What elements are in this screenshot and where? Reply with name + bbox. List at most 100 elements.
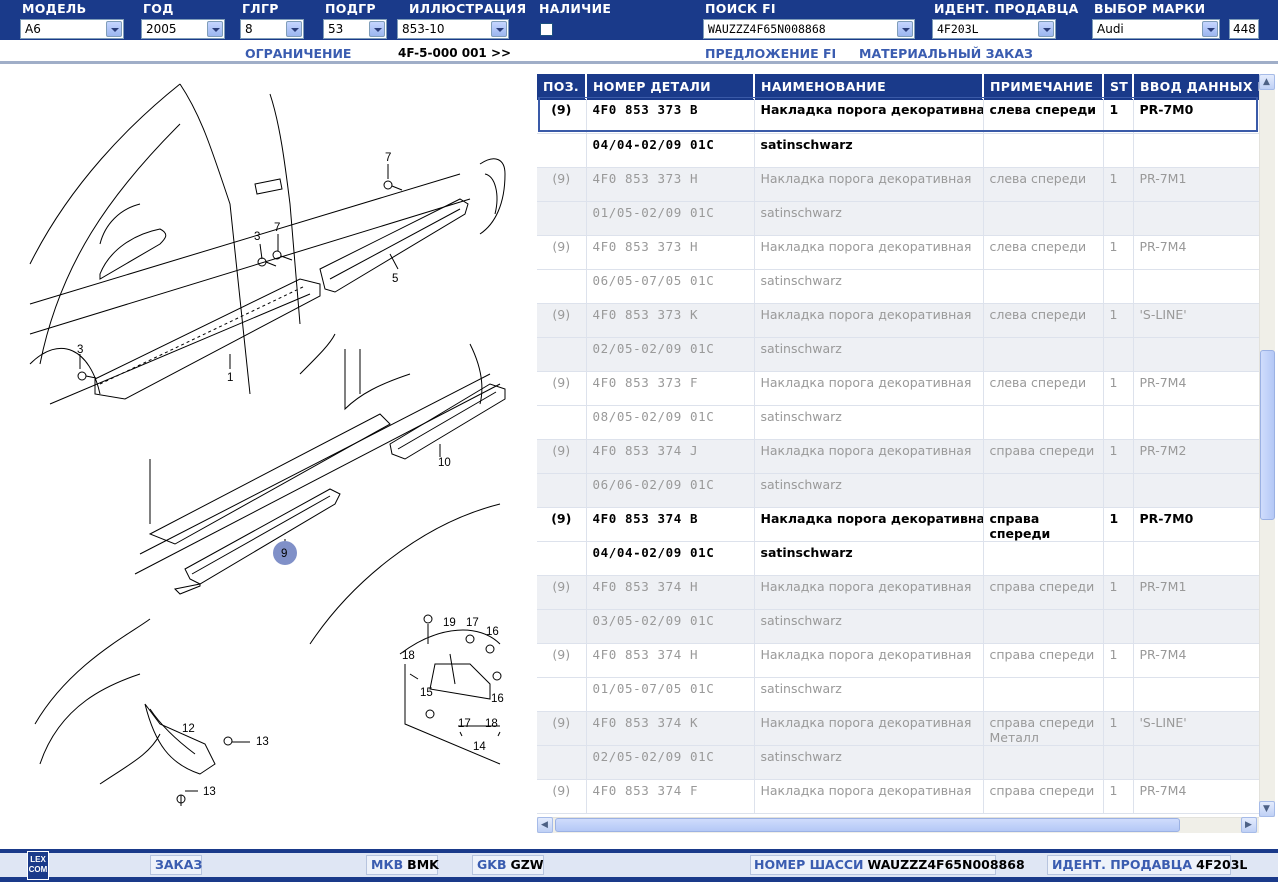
cell-name: satinschwarz <box>754 473 984 508</box>
cell-pos: (9) <box>537 439 587 474</box>
cell-st: 1 <box>1103 167 1134 202</box>
callout-5: 5 <box>392 273 398 285</box>
table-row[interactable]: 01/05-02/09 01C satinschwarz <box>537 201 1259 236</box>
cell-name: satinschwarz <box>754 269 984 304</box>
table-row[interactable]: 02/05-02/09 01C satinschwarz <box>537 337 1259 372</box>
cell-data <box>1133 677 1259 712</box>
availability-checkbox[interactable] <box>540 23 553 36</box>
availability-label: НАЛИЧИЕ <box>539 1 612 16</box>
table-row[interactable]: 06/05-07/05 01C satinschwarz <box>537 269 1259 304</box>
table-row[interactable]: (9) 4F0 853 374 H Накладка порога декорати… <box>537 643 1259 678</box>
cell-st: 1 <box>1103 371 1134 406</box>
year-dropdown[interactable]: 2005 <box>141 19 225 39</box>
chevron-down-icon[interactable] <box>1202 21 1218 37</box>
restriction-value[interactable]: 4F-5-000 001 >> <box>398 46 511 60</box>
cell-part: 04/04-02/09 01C <box>586 541 755 576</box>
gkb-info: GKB GZW <box>477 853 544 877</box>
sub-group-dropdown[interactable]: 53 <box>323 19 387 39</box>
callout-1: 1 <box>227 372 233 384</box>
column-header-st[interactable]: ST <box>1103 74 1134 99</box>
illustration-dropdown[interactable]: 853-10 <box>397 19 509 39</box>
table-row[interactable]: (9) 4F0 853 373 B Накладка порога декорати… <box>537 99 1259 134</box>
cell-name: satinschwarz <box>754 541 984 576</box>
column-header-name[interactable]: НАИМЕНОВАНИЕ <box>754 74 984 99</box>
offer-fi-link[interactable]: ПРЕДЛОЖЕНИЕ FI <box>705 46 836 61</box>
order-label: ЗАКАЗ <box>155 857 203 872</box>
chevron-down-icon[interactable] <box>897 21 913 37</box>
cell-st <box>1103 337 1134 372</box>
table-row[interactable]: (9) 4F0 853 373 F Накладка порога декорати… <box>537 371 1259 406</box>
cell-st: 1 <box>1103 235 1134 270</box>
brand-code-field[interactable]: 448 <box>1229 19 1259 39</box>
chevron-down-icon[interactable] <box>207 21 223 37</box>
chassis-label: НОМЕР ШАССИ <box>754 857 864 872</box>
search-fi-dropdown[interactable]: WAUZZZ4F65N008868 <box>703 19 915 39</box>
column-header-pos[interactable]: ПОЗ. <box>537 74 587 99</box>
callout-19: 19 <box>443 617 456 629</box>
column-header-data-entry[interactable]: ВВОД ДАННЫХ ПО <box>1133 74 1259 99</box>
parts-table-viewport[interactable]: ПОЗ. НОМЕР ДЕТАЛИ НАИМЕНОВАНИЕ ПРИМЕЧАНИ… <box>537 74 1259 817</box>
table-row[interactable]: (9) 4F0 853 373 H Накладка порога декорати… <box>537 235 1259 270</box>
scroll-up-button[interactable]: ▲ <box>1259 74 1275 90</box>
chevron-down-icon[interactable] <box>369 21 385 37</box>
cell-st <box>1103 133 1134 168</box>
main-group-dropdown[interactable]: 8 <box>240 19 304 39</box>
chevron-down-icon[interactable] <box>286 21 302 37</box>
restriction-link[interactable]: ОГРАНИЧЕНИЕ <box>245 46 351 61</box>
cell-name: satinschwarz <box>754 337 984 372</box>
cell-part: 04/04-02/09 01C <box>586 133 755 168</box>
scroll-down-button[interactable]: ▼ <box>1259 801 1275 817</box>
vertical-scroll-thumb[interactable] <box>1260 350 1275 520</box>
cell-part: 4F0 853 374 F <box>586 779 755 814</box>
callout-16b: 16 <box>491 693 504 705</box>
table-row[interactable]: (9) 4F0 853 373 K Накладка порога декорати… <box>537 303 1259 338</box>
callout-13a: 13 <box>256 736 269 748</box>
table-row[interactable]: 04/04-02/09 01C satinschwarz <box>537 541 1259 576</box>
table-row[interactable]: (9) 4F0 853 374 H Накладка порога декорати… <box>537 575 1259 610</box>
column-header-part-number[interactable]: НОМЕР ДЕТАЛИ <box>586 74 755 99</box>
chevron-down-icon[interactable] <box>106 21 122 37</box>
cell-part: 4F0 853 374 J <box>586 439 755 474</box>
horizontal-scroll-thumb[interactable] <box>555 818 1180 832</box>
table-row[interactable]: (9) 4F0 853 374 B Накладка порога декорати… <box>537 507 1259 542</box>
column-header-note[interactable]: ПРИМЕЧАНИЕ <box>983 74 1104 99</box>
table-row[interactable]: (9) 4F0 853 374 J Накладка порога декорати… <box>537 439 1259 474</box>
arrow-down-icon: ▼ <box>1263 804 1270 814</box>
brand-dropdown[interactable]: Audi <box>1092 19 1220 39</box>
cell-pos: (9) <box>537 167 587 202</box>
cell-part: 01/05-02/09 01C <box>586 201 755 236</box>
cell-pos: (9) <box>537 643 587 678</box>
cell-part: 4F0 853 373 F <box>586 371 755 406</box>
cell-pos <box>537 269 587 304</box>
chevron-down-icon[interactable] <box>491 21 507 37</box>
table-row[interactable]: 02/05-02/09 01C satinschwarz <box>537 745 1259 780</box>
cell-note: слева спереди <box>983 371 1104 406</box>
material-order-link[interactable]: МАТЕРИАЛЬНЫЙ ЗАКАЗ <box>859 46 1033 61</box>
chassis-value: WAUZZZ4F65N008868 <box>867 857 1025 872</box>
scroll-right-button[interactable]: ▶ <box>1241 817 1257 833</box>
table-row[interactable]: 03/05-02/09 01C satinschwarz <box>537 609 1259 644</box>
table-row[interactable]: 01/05-07/05 01C satinschwarz <box>537 677 1259 712</box>
table-row[interactable]: 06/06-02/09 01C satinschwarz <box>537 473 1259 508</box>
cell-name: Накладка порога декоративная <box>754 779 984 814</box>
order-link[interactable]: ЗАКАЗ <box>155 853 202 877</box>
cell-data <box>1133 609 1259 644</box>
table-row[interactable]: (9) 4F0 853 373 H Накладка порога декорати… <box>537 167 1259 202</box>
table-row[interactable]: 04/04-02/09 01C satinschwarz <box>537 133 1259 168</box>
cell-pos: (9) <box>537 711 587 746</box>
cell-note: справа спереди <box>983 575 1104 610</box>
cell-st <box>1103 201 1134 236</box>
cell-pos <box>537 609 587 644</box>
cell-pos <box>537 473 587 508</box>
cell-name: Накладка порога декоративная <box>754 235 984 270</box>
illustration-value: 853-10 <box>402 22 445 36</box>
scroll-left-button[interactable]: ◀ <box>537 817 553 833</box>
model-dropdown[interactable]: A6 <box>20 19 124 39</box>
cell-data: PR-7M4 <box>1133 371 1259 406</box>
chevron-down-icon[interactable] <box>1038 21 1054 37</box>
table-row[interactable]: (9) 4F0 853 374 F Накладка порога декорати… <box>537 779 1259 814</box>
table-row[interactable]: 08/05-02/09 01C satinschwarz <box>537 405 1259 440</box>
cell-pos <box>537 677 587 712</box>
dealer-id-dropdown[interactable]: 4F203L <box>932 19 1056 39</box>
table-row[interactable]: (9) 4F0 853 374 K Накладка порога декорати… <box>537 711 1259 746</box>
